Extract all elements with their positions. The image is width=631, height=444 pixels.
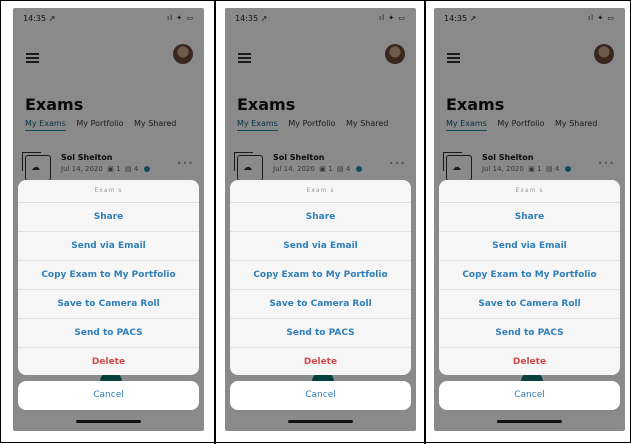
delete-button[interactable]: Delete <box>439 348 620 375</box>
phone-screen: 14:35 ↗ ıl ✦ ▭ Exams My Exams My Portfol… <box>225 8 416 431</box>
cancel-button[interactable]: Cancel <box>230 381 411 410</box>
copy-to-portfolio-button[interactable]: Copy Exam to My Portfolio <box>439 261 620 290</box>
action-sheet-title: Exam s <box>18 180 199 203</box>
screenshot-frame: 14:35 ↗ ıl ✦ ▭ Exams My Exams My Portfol… <box>0 0 631 444</box>
panel-divider <box>424 1 426 444</box>
phone-screen: 14:35 ↗ ıl ✦ ▭ Exams My Exams My Portfol… <box>13 8 204 431</box>
action-sheet-title: Exam s <box>230 180 411 203</box>
save-camera-roll-button[interactable]: Save to Camera Roll <box>439 290 620 319</box>
send-email-button[interactable]: Send via Email <box>439 232 620 261</box>
send-pacs-button[interactable]: Send to PACS <box>230 319 411 348</box>
home-indicator <box>288 420 353 423</box>
send-email-button[interactable]: Send via Email <box>230 232 411 261</box>
delete-button[interactable]: Delete <box>230 348 411 375</box>
home-indicator <box>76 420 141 423</box>
action-sheet: Exam s Share Send via Email Copy Exam to… <box>230 180 411 375</box>
action-sheet: Exam s Share Send via Email Copy Exam to… <box>18 180 199 375</box>
share-button[interactable]: Share <box>18 203 199 232</box>
panel-divider <box>214 1 216 444</box>
cancel-button[interactable]: Cancel <box>18 381 199 410</box>
save-camera-roll-button[interactable]: Save to Camera Roll <box>18 290 199 319</box>
phone-screen: 14:35 ↗ ıl ✦ ▭ Exams My Exams My Portfol… <box>434 8 625 431</box>
save-camera-roll-button[interactable]: Save to Camera Roll <box>230 290 411 319</box>
action-sheet: Exam s Share Send via Email Copy Exam to… <box>439 180 620 375</box>
send-pacs-button[interactable]: Send to PACS <box>439 319 620 348</box>
copy-to-portfolio-button[interactable]: Copy Exam to My Portfolio <box>230 261 411 290</box>
action-sheet-title: Exam s <box>439 180 620 203</box>
copy-to-portfolio-button[interactable]: Copy Exam to My Portfolio <box>18 261 199 290</box>
send-email-button[interactable]: Send via Email <box>18 232 199 261</box>
share-button[interactable]: Share <box>230 203 411 232</box>
cancel-button[interactable]: Cancel <box>439 381 620 410</box>
home-indicator <box>497 420 562 423</box>
send-pacs-button[interactable]: Send to PACS <box>18 319 199 348</box>
share-button[interactable]: Share <box>439 203 620 232</box>
delete-button[interactable]: Delete <box>18 348 199 375</box>
